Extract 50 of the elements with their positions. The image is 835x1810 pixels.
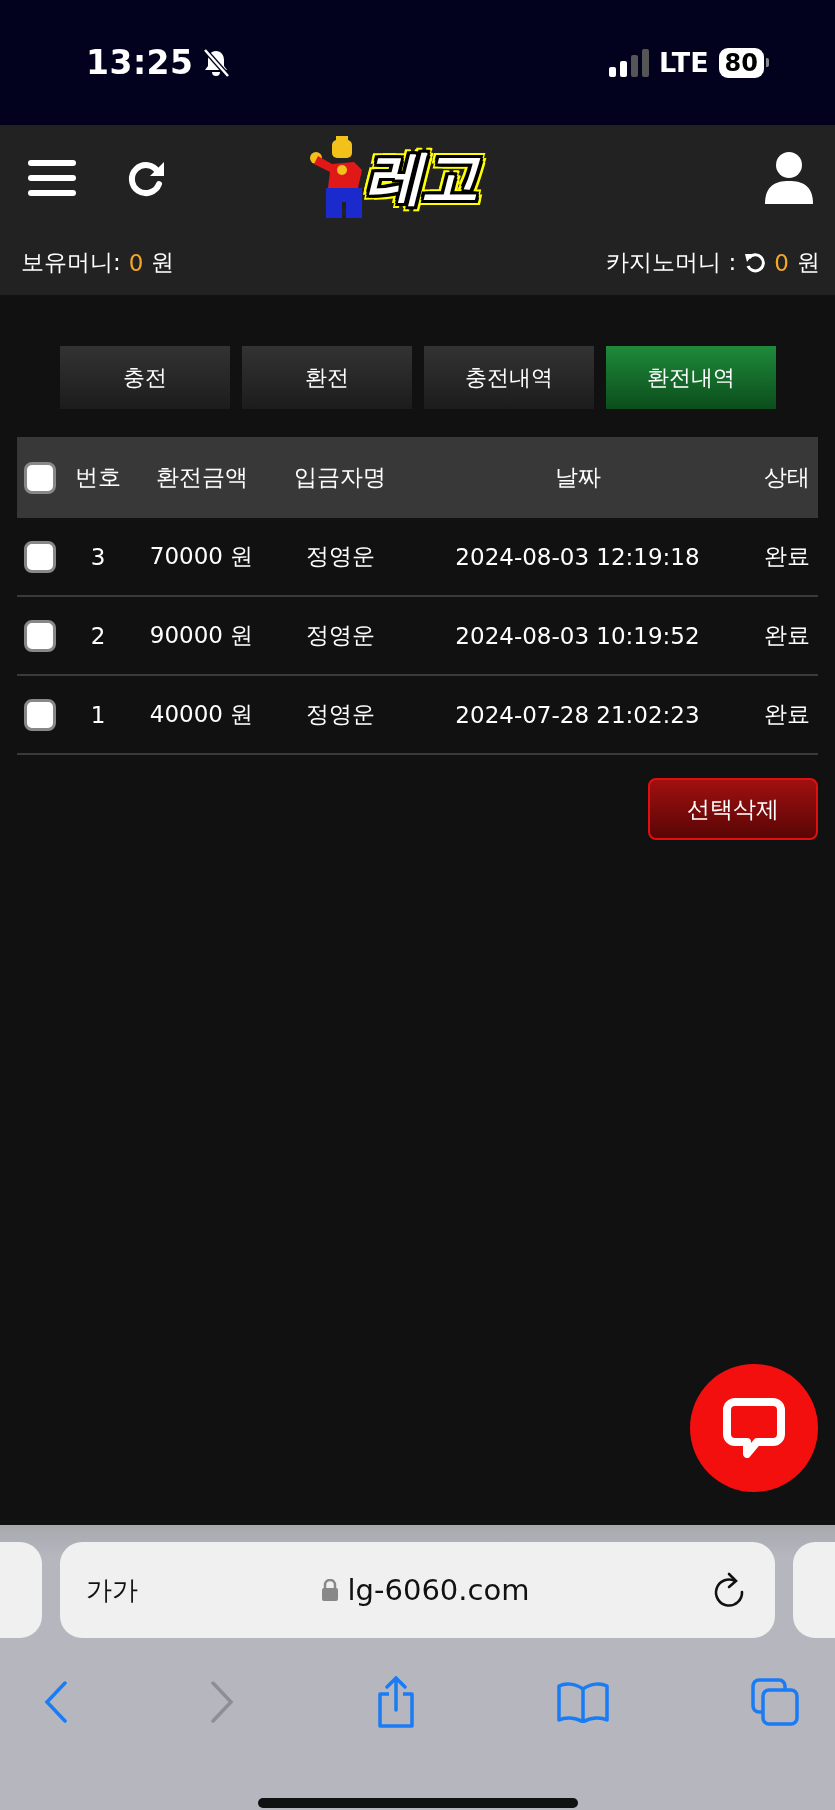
table-cell-text: 70000 원	[148, 542, 255, 571]
column-header: 날짜	[553, 463, 602, 492]
balance-label: 보유머니:	[21, 248, 121, 277]
column-header: 입금자명	[293, 463, 387, 492]
delete-selected-button[interactable]: 선택삭제	[648, 778, 818, 840]
clock-time: 13:25	[86, 43, 194, 82]
table-cell-text: 3	[89, 543, 107, 570]
currency-unit: 원	[797, 248, 820, 277]
table-cell-text: 완료	[763, 542, 811, 571]
table-cell-text: 2024-08-03 12:19:18	[454, 543, 701, 570]
url-text: lg-6060.com	[347, 1573, 530, 1607]
signal-icon	[609, 48, 649, 77]
menu-icon[interactable]	[28, 157, 76, 198]
balance-amount: 0	[128, 249, 144, 276]
table-cell-text: 정영운	[304, 700, 376, 729]
network-type: LTE	[659, 47, 709, 78]
currency-unit: 원	[151, 248, 175, 277]
table-cell-text: 정영운	[304, 542, 376, 571]
balance-label: 카지노머니 :	[606, 248, 737, 277]
table-cell-text: 완료	[763, 700, 811, 729]
checkbox[interactable]	[24, 698, 56, 731]
battery-tip-icon	[766, 58, 769, 67]
table-cell-text: 90000 원	[148, 621, 255, 650]
checkbox[interactable]	[24, 540, 56, 573]
table-cell-text: 2024-08-03 10:19:52	[454, 622, 701, 649]
battery-indicator: 80	[718, 47, 764, 78]
table-cell-text: 2	[89, 622, 107, 649]
muted-bell-icon	[201, 47, 230, 78]
checkbox[interactable]	[24, 461, 56, 494]
user-icon[interactable]	[765, 151, 813, 204]
address-bar[interactable]: 가가 lg-6060.com	[60, 1542, 775, 1638]
column-header: 환전금액	[154, 463, 249, 492]
chat-icon	[723, 1398, 785, 1458]
table-cell-text: 정영운	[304, 621, 376, 650]
table-cell-text: 1	[89, 701, 107, 728]
column-header: 상태	[763, 463, 811, 492]
table-cell-text: 2024-07-28 21:02:23	[454, 701, 701, 728]
tab[interactable]: 환전내역	[605, 346, 776, 409]
tab[interactable]: 충전내역	[423, 346, 594, 409]
checkbox[interactable]	[24, 619, 56, 652]
tab[interactable]: 환전	[241, 346, 412, 409]
tab[interactable]: 충전	[59, 346, 230, 409]
balance-amount: 0	[774, 249, 789, 276]
table-cell-text: 완료	[763, 621, 811, 650]
table-cell-text: 40000 원	[148, 700, 255, 729]
lock-icon	[321, 1579, 338, 1601]
text-size-button[interactable]: 가가	[86, 1572, 138, 1608]
column-header: 번호	[74, 463, 122, 492]
reload-icon[interactable]	[713, 1572, 745, 1608]
refresh-icon[interactable]	[744, 251, 767, 274]
